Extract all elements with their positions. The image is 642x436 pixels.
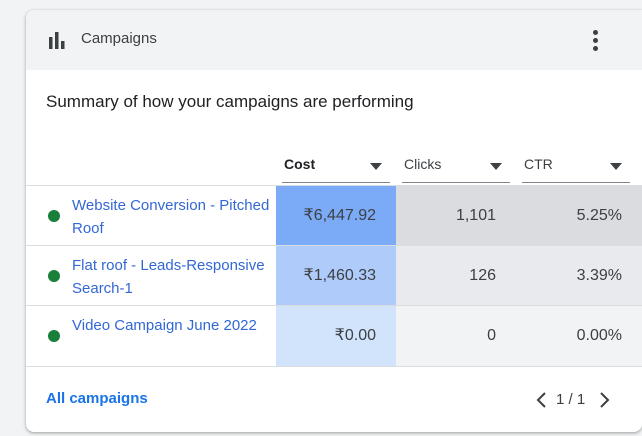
column-header-ctr[interactable]: CTR	[522, 154, 630, 183]
sort-dropdown-icon	[490, 163, 502, 170]
all-campaigns-link[interactable]: All campaigns	[46, 390, 148, 407]
ctr-cell: 3.39%	[516, 246, 642, 306]
status-enabled-icon	[48, 210, 60, 222]
column-header-clicks[interactable]: Clicks	[402, 154, 510, 183]
column-header-cost[interactable]: Cost	[282, 154, 390, 183]
clicks-cell: 126	[396, 246, 516, 306]
campaign-link[interactable]: Flat roof - Leads-Responsive Search-1	[72, 254, 272, 300]
page-indicator: 1 / 1	[556, 391, 586, 408]
clicks-cell: 1,101	[396, 186, 516, 246]
chevron-right-icon[interactable]	[596, 390, 612, 410]
campaign-link[interactable]: Video Campaign June 2022	[72, 314, 272, 337]
chevron-left-icon[interactable]	[534, 390, 550, 410]
table-row[interactable]: Website Conversion - Pitched Roof ₹6,447…	[26, 185, 642, 246]
sort-dropdown-icon	[370, 163, 382, 170]
clicks-cell: 0	[396, 306, 516, 366]
card-title: Campaigns	[81, 30, 157, 47]
cost-cell: ₹1,460.33	[276, 246, 396, 306]
card-header: Campaigns	[26, 10, 642, 70]
cost-cell: ₹6,447.92	[276, 186, 396, 246]
campaigns-card: Campaigns Summary of how your campaigns …	[26, 10, 642, 432]
more-vert-icon	[593, 30, 598, 35]
bar-chart-icon	[49, 32, 65, 49]
table-row[interactable]: Flat roof - Leads-Responsive Search-1 ₹1…	[26, 245, 642, 306]
more-options-button[interactable]	[584, 26, 608, 54]
sort-dropdown-icon	[610, 163, 622, 170]
ctr-cell: 0.00%	[516, 306, 642, 366]
status-enabled-icon	[48, 330, 60, 342]
status-enabled-icon	[48, 270, 60, 282]
summary-heading: Summary of how your campaigns are perfor…	[46, 92, 414, 111]
campaign-link[interactable]: Website Conversion - Pitched Roof	[72, 194, 272, 240]
ctr-cell: 5.25%	[516, 186, 642, 246]
cost-cell: ₹0.00	[276, 306, 396, 366]
table-row[interactable]: Video Campaign June 2022 ₹0.00 0 0.00%	[26, 305, 642, 367]
